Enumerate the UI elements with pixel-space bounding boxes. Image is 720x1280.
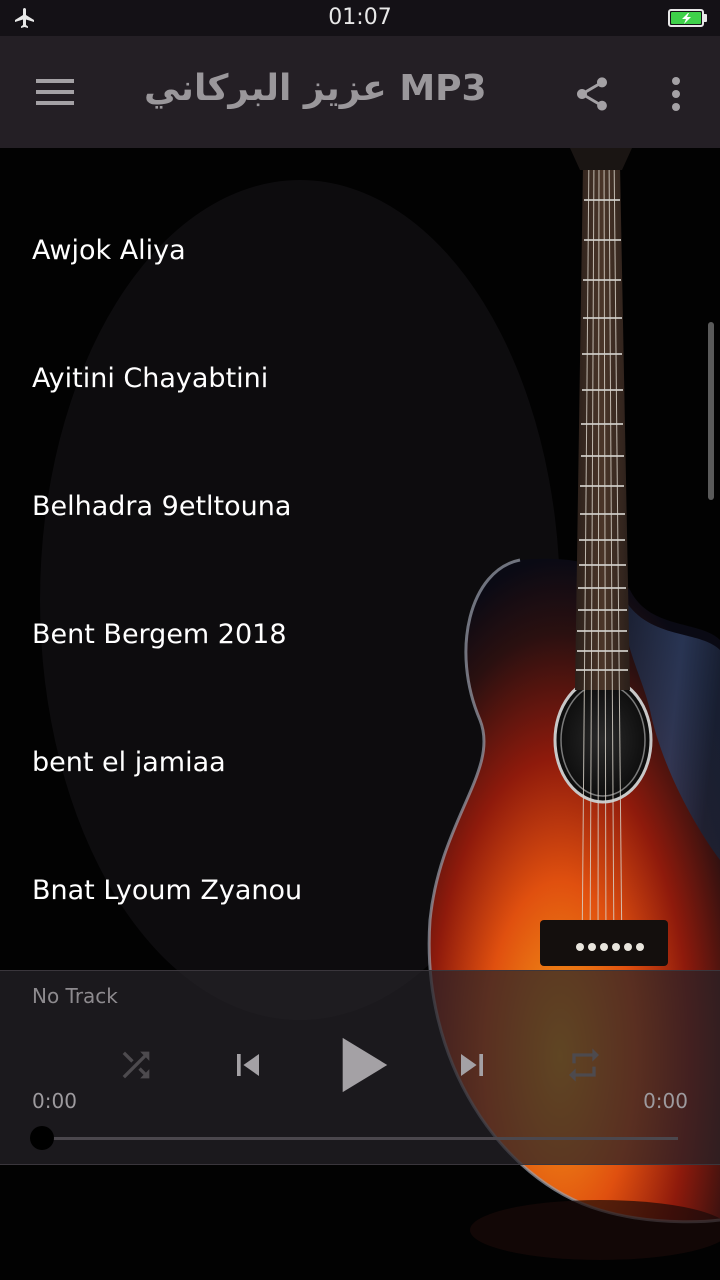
repeat-icon (569, 1048, 599, 1082)
share-button[interactable] (566, 68, 618, 120)
app-title: عزيز البركاني MP3 (144, 68, 487, 109)
menu-button[interactable] (28, 68, 84, 116)
list-item[interactable]: Bnat Lyoum Zyanou (0, 826, 700, 954)
app-bar: عزيز البركاني MP3 (0, 36, 720, 148)
list-item[interactable]: Awjok Aliya (0, 186, 700, 314)
play-button[interactable] (332, 1031, 396, 1099)
status-bar: 01:07 (0, 0, 720, 36)
share-icon (577, 77, 607, 111)
list-item[interactable]: Ayitini Chayabtini (0, 314, 700, 442)
hamburger-menu-icon (36, 79, 74, 105)
song-title: Bent Bergem 2018 (32, 618, 287, 650)
play-icon (342, 1037, 388, 1093)
current-time: 0:00 (32, 1089, 77, 1113)
more-vert-icon (672, 77, 680, 111)
seek-thumb[interactable] (30, 1126, 54, 1150)
more-options-button[interactable] (654, 68, 698, 120)
list-scrollbar[interactable] (708, 322, 714, 500)
list-item[interactable]: Bent Bergem 2018 (0, 570, 700, 698)
song-title: Belhadra 9etltouna (32, 490, 292, 522)
repeat-button[interactable] (560, 1041, 608, 1089)
song-title: bent el jamiaa (32, 746, 226, 778)
song-title: Bnat Lyoum Zyanou (32, 874, 303, 906)
status-time: 01:07 (328, 5, 392, 30)
previous-button[interactable] (222, 1037, 274, 1093)
song-title: Awjok Aliya (32, 234, 186, 266)
next-button[interactable] (446, 1037, 498, 1093)
track-title: No Track (32, 984, 118, 1008)
app-screen: 01:07 عزيز البركاني MP3 Awjok Aliya Ayit… (0, 0, 720, 1280)
skip-previous-icon (237, 1054, 259, 1076)
song-title: Ayitini Chayabtini (32, 362, 269, 394)
shuffle-button[interactable] (112, 1041, 160, 1089)
total-time: 0:00 (643, 1089, 688, 1113)
list-item[interactable]: Belhadra 9etltouna (0, 442, 700, 570)
shuffle-icon (122, 1051, 150, 1079)
player-panel: No Track 0:00 0:00 (0, 970, 720, 1165)
list-item[interactable]: bent el jamiaa (0, 698, 700, 826)
song-list: Awjok Aliya Ayitini Chayabtini Belhadra … (0, 148, 720, 970)
seek-bar[interactable] (30, 1126, 678, 1150)
skip-next-icon (461, 1054, 483, 1076)
seek-track (40, 1137, 678, 1140)
battery-charging-icon (668, 9, 707, 27)
